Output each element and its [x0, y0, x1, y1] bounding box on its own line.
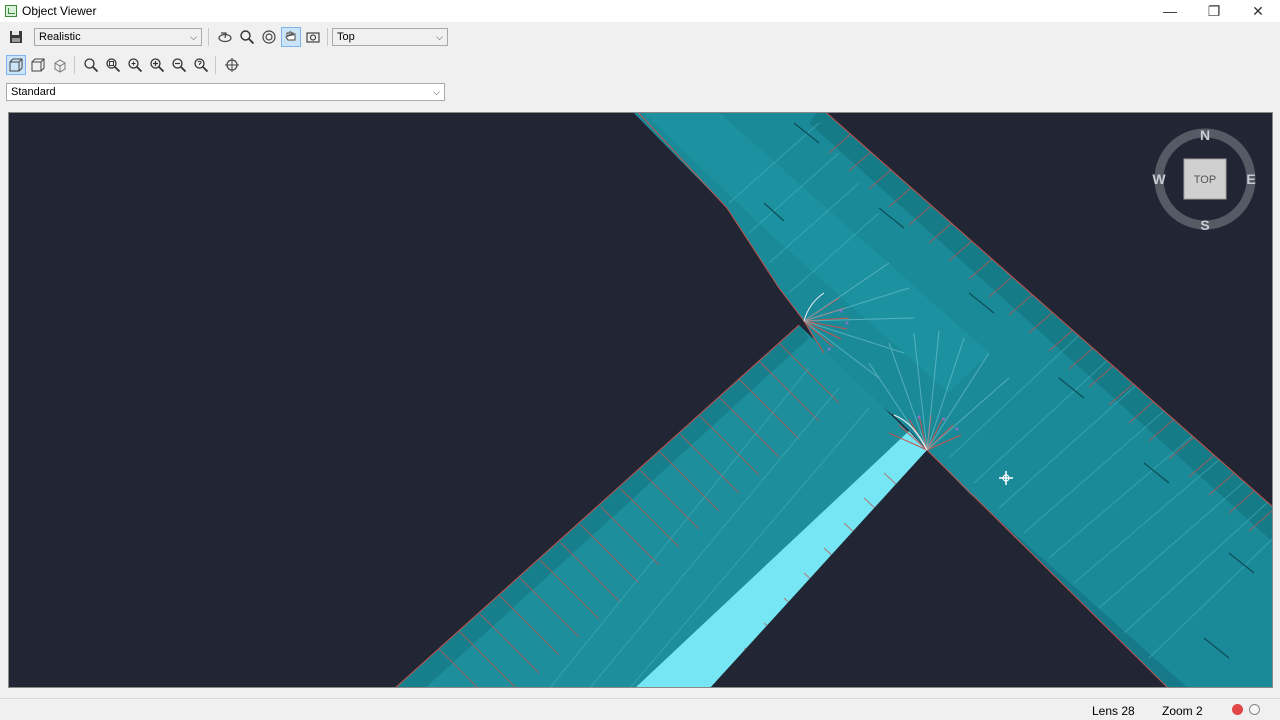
- toolbar-separator: [208, 28, 209, 46]
- zoom-readout[interactable]: Zoom 2: [1162, 704, 1203, 718]
- crosshair-icon: [225, 58, 239, 72]
- viewcube-face-label[interactable]: TOP: [1194, 174, 1216, 186]
- center-button[interactable]: [222, 55, 242, 75]
- status-indicator-icon[interactable]: [1249, 704, 1260, 715]
- style-set-select[interactable]: Standard ⌵: [6, 83, 445, 101]
- pan-mode-button[interactable]: [281, 27, 301, 47]
- save-icon: [10, 31, 22, 43]
- camera-icon: [306, 32, 320, 43]
- toolbar-area: Realistic ⌵ Top ⌵ Standard ⌵: [0, 22, 450, 110]
- toolbar-separator: [327, 28, 328, 46]
- zoom-icon: [84, 58, 99, 73]
- status-bar: Lens 28 Zoom 2: [0, 698, 1280, 720]
- compass-north-label[interactable]: N: [1200, 128, 1210, 143]
- compass-east-label[interactable]: E: [1246, 171, 1255, 187]
- view-direction-select[interactable]: Top ⌵: [332, 28, 448, 46]
- close-button[interactable]: ✕: [1236, 0, 1280, 22]
- zoom-previous-icon: [194, 58, 209, 73]
- visual-style-select[interactable]: Realistic ⌵: [34, 28, 202, 46]
- chevron-down-icon: ⌵: [190, 31, 197, 42]
- zoom-in-button[interactable]: [147, 55, 167, 75]
- zoom-in-icon: [150, 58, 165, 73]
- compass-south-label[interactable]: S: [1200, 217, 1209, 232]
- zoom-out-button[interactable]: [169, 55, 189, 75]
- chevron-down-icon: ⌵: [433, 86, 440, 97]
- visual-style-value: Realistic: [39, 31, 81, 43]
- chevron-down-icon: ⌵: [436, 31, 443, 42]
- compass-west-label[interactable]: W: [1152, 171, 1166, 187]
- cube-front-icon: [9, 58, 23, 72]
- hand-pan-icon: [285, 31, 296, 41]
- cube-iso-icon: [31, 58, 45, 72]
- minimize-button[interactable]: —: [1148, 0, 1192, 22]
- toolbar-separator: [74, 56, 75, 74]
- cube-orbit-icon: [54, 59, 66, 73]
- zoom-window-button[interactable]: [103, 55, 123, 75]
- title-bar: Object Viewer — ❐ ✕: [0, 0, 1280, 22]
- iso-view-button[interactable]: [28, 55, 48, 75]
- toolbar-row-2: [0, 54, 242, 76]
- toolbar-row-1: Realistic ⌵ Top ⌵: [0, 26, 448, 48]
- zoom-window-icon: [106, 58, 121, 73]
- record-indicator-icon[interactable]: [1232, 704, 1243, 715]
- save-button[interactable]: [6, 27, 26, 47]
- zoom-extents-icon: [128, 58, 143, 73]
- view-options-button[interactable]: [259, 27, 279, 47]
- front-view-button[interactable]: [6, 55, 26, 75]
- orbit-icon: [218, 32, 232, 43]
- zoom-realtime-button[interactable]: [237, 27, 257, 47]
- camera-button[interactable]: [303, 27, 323, 47]
- orbit-button[interactable]: [215, 27, 235, 47]
- magnifier-icon: [240, 30, 255, 45]
- zoom-previous-button[interactable]: [191, 55, 211, 75]
- corridor-model: [395, 113, 1272, 687]
- zoom-extents-button[interactable]: [125, 55, 145, 75]
- window-controls: — ❐ ✕: [1148, 0, 1280, 22]
- orbit-view-button[interactable]: [50, 55, 70, 75]
- zoom-out-icon: [172, 58, 187, 73]
- zoom-button[interactable]: [81, 55, 101, 75]
- pan-cursor-icon: [999, 471, 1013, 485]
- app-icon: [5, 5, 17, 17]
- viewcube-compass[interactable]: TOP N S E W: [1148, 128, 1260, 232]
- lens-readout[interactable]: Lens 28: [1092, 704, 1135, 718]
- toolbar-separator: [215, 56, 216, 74]
- view-direction-value: Top: [337, 31, 355, 43]
- window-title: Object Viewer: [22, 4, 97, 18]
- restore-button[interactable]: ❐: [1192, 0, 1236, 22]
- style-set-value: Standard: [11, 86, 56, 98]
- target-icon: [262, 30, 276, 44]
- viewport-canvas[interactable]: [8, 112, 1273, 688]
